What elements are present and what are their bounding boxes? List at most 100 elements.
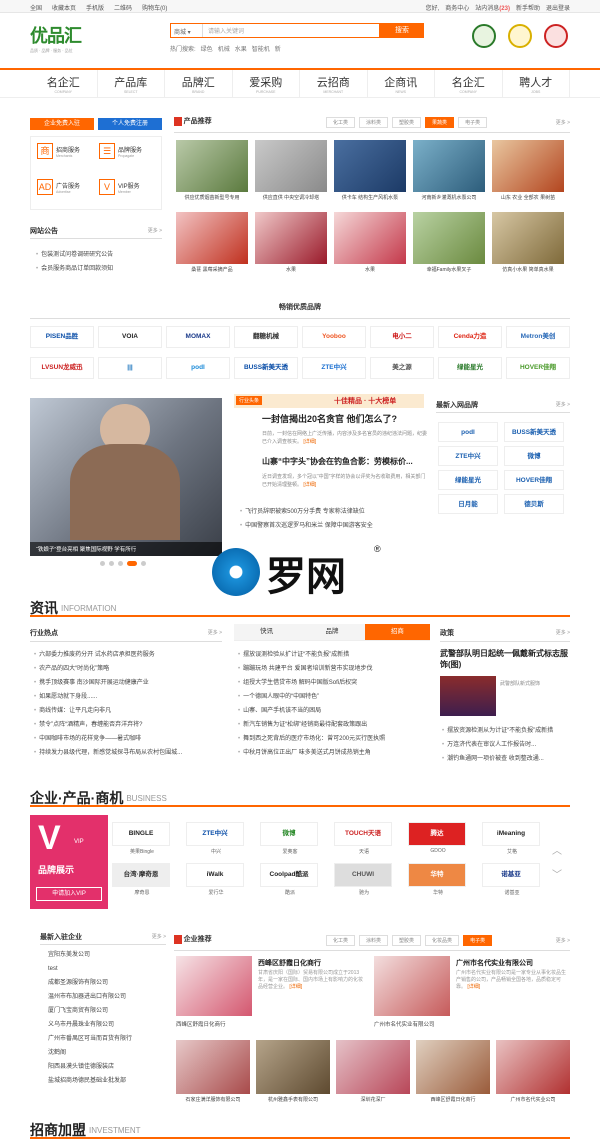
news-tab[interactable]: 快讯	[234, 624, 300, 640]
news-item[interactable]: 蹦蹦玩场 共建平台 爱国者培训新营市实现地步伐	[238, 662, 430, 676]
policy-item[interactable]: 摆放资源检测从为计证“不能负报”成新措	[442, 724, 570, 738]
nav-item[interactable]: 名企汇 COMPANY	[435, 70, 503, 98]
company-image-1[interactable]	[176, 956, 252, 1016]
product-card[interactable]: 水果	[332, 212, 408, 280]
newent-item[interactable]: test	[48, 962, 168, 976]
headline-more-2[interactable]: [详细]	[303, 482, 316, 488]
product-image[interactable]	[492, 212, 564, 264]
product-card[interactable]: 幸福Family水果叉子	[411, 212, 487, 280]
person-register-button[interactable]: 个人免费注册	[98, 118, 162, 130]
newent-item[interactable]: 义乌市丹晨珠业有限公司	[48, 1018, 168, 1032]
vip-brand-card[interactable]: 腾达 GDOO	[408, 822, 468, 855]
nav-item[interactable]: 爱采购 PURCHASE	[233, 70, 300, 98]
newbrand-card[interactable]: BUSS新美天透	[504, 422, 564, 442]
news-item[interactable]: 摆放误测检验从扩计证“不能负报”成新措	[238, 648, 430, 662]
nav-item[interactable]: 产品库 SELECT	[98, 70, 165, 98]
industry-item[interactable]: 如果愿动就下身段......	[34, 690, 222, 704]
notice-more-link[interactable]: 更多 >	[148, 227, 162, 234]
slider-dot-active[interactable]	[127, 561, 137, 566]
news-item[interactable]: 组授大学生借贷市场 解码中国版Sofi后权突	[238, 676, 430, 690]
category-tab[interactable]: 电子类	[463, 935, 493, 946]
company-card[interactable]: 西峰区舒霞日化商行	[416, 1040, 490, 1103]
company-image-2[interactable]	[374, 956, 450, 1016]
newent-item[interactable]: 广州市番禺区可当而百货有限行	[48, 1032, 168, 1046]
vip-brand-card[interactable]: 诺基亚 诺基亚	[482, 863, 542, 896]
top-link-qrcode[interactable]: 二维码	[114, 3, 132, 12]
company-thumb[interactable]	[496, 1040, 570, 1094]
category-tab[interactable]: 电子类	[458, 117, 488, 128]
policy-item[interactable]: 潮钓鱼通网一项价被查 收到整改通...	[442, 752, 570, 766]
product-image[interactable]	[334, 212, 406, 264]
vip-brand-card[interactable]: Coolpad酷派 酷派	[260, 863, 320, 896]
notice-item[interactable]: 会员服务商品订单回款须知	[36, 262, 164, 276]
nav-item[interactable]: 聘人才 JOBS	[503, 70, 570, 98]
newent-more-link[interactable]: 更多 >	[152, 933, 166, 940]
newbrand-card[interactable]: ZTE中兴	[438, 446, 498, 466]
newbrands-more-link[interactable]: 更多 >	[556, 401, 570, 408]
vip-brand-card[interactable]: 微博 爱奥客	[260, 822, 320, 855]
brand-logo[interactable]: 电小二	[370, 326, 434, 348]
product-image[interactable]	[176, 212, 248, 264]
newbrand-card[interactable]: 日月能	[438, 494, 498, 514]
newent-item[interactable]: 沈鹤阁	[48, 1046, 168, 1060]
news-item[interactable]: 新汽车销售为证“松绑”经销商最待配套政策跟出	[238, 718, 430, 732]
service-item[interactable]: V VIP服务 Member	[99, 179, 140, 195]
news-item[interactable]: 一个德国人眼中的“中国特色”	[238, 690, 430, 704]
slider-dot[interactable]	[141, 561, 146, 566]
company-thumb[interactable]	[256, 1040, 330, 1094]
product-card[interactable]: 供应优质烟苗新型号专用	[174, 140, 250, 208]
search-category-select[interactable]: 商城 ▾	[171, 24, 203, 37]
company-card[interactable]: 深圳花深厂	[336, 1040, 410, 1103]
brand-logo[interactable]: PISEN品胜	[30, 326, 94, 348]
hot-keyword[interactable]: 智能机	[252, 44, 270, 53]
product-image[interactable]	[492, 140, 564, 192]
company-card[interactable]: 广州市名代实业公司	[496, 1040, 570, 1103]
newbrand-card[interactable]: 绿能星光	[438, 470, 498, 490]
top-link-help[interactable]: 新手帮助	[516, 3, 540, 12]
vip-brand-card[interactable]: 台湾·摩奇恩 摩奇恩	[112, 863, 172, 896]
brand-logo[interactable]: Metron美创	[506, 326, 570, 348]
brand-logo[interactable]: BUSS新美天透	[234, 357, 298, 379]
policy-image[interactable]	[440, 676, 496, 716]
company-more-1[interactable]: [详细]	[289, 984, 302, 990]
vip-brand-card[interactable]: iMeaning 艾格	[482, 822, 542, 855]
nav-item[interactable]: 企商讯 NEWS	[368, 70, 435, 98]
product-card[interactable]: 桑葚 黑莓采摘产品	[174, 212, 250, 280]
product-image[interactable]	[413, 140, 485, 192]
vip-brand-card[interactable]: BINGLE 英果Bingle	[112, 822, 172, 855]
category-tab[interactable]: 果蔬类	[425, 117, 455, 128]
brand-logo[interactable]: |||	[98, 357, 162, 379]
policy-item[interactable]: 万连济代表在审议人工作报告时...	[442, 738, 570, 752]
brand-logo[interactable]: podl	[166, 357, 230, 379]
newent-item[interactable]: 盐城招商场德民基础业批发部	[48, 1074, 168, 1088]
headline-item[interactable]: 中国警察首次巡逻罗马和米兰 保障中国游客安全	[240, 519, 426, 533]
policy-more-link[interactable]: 更多 >	[556, 629, 570, 636]
product-image[interactable]	[334, 140, 406, 192]
company-thumb[interactable]	[336, 1040, 410, 1094]
industry-item[interactable]: 携手顶级赛事 南沙国际开展运动健康产业	[34, 676, 222, 690]
product-card[interactable]: 仿真小水果 简单真水果	[490, 212, 566, 280]
brand-logo[interactable]: MOMAX	[166, 326, 230, 348]
slider-dot[interactable]	[109, 561, 114, 566]
top-link-messages[interactable]: 站内消息(23)	[475, 3, 510, 12]
industry-item[interactable]: 中国咖啡市场的花样竞争——暑式咖啡	[34, 732, 222, 746]
company-thumb[interactable]	[416, 1040, 490, 1094]
newbrand-card[interactable]: podl	[438, 422, 498, 442]
product-card[interactable]: 供应直供 中央空调冷却塔	[253, 140, 329, 208]
industry-item[interactable]: 商线传媒：让平凡走向非凡	[34, 704, 222, 718]
brand-logo[interactable]: HOVER佳翔	[506, 357, 570, 379]
hot-keyword[interactable]: 水果	[235, 44, 247, 53]
category-tab[interactable]: 塑胶类	[392, 935, 422, 946]
newbrand-card[interactable]: 德贝斯	[504, 494, 564, 514]
hot-keyword[interactable]: 新	[275, 44, 281, 53]
brand-logo[interactable]: 翻糖机械	[234, 326, 298, 348]
news-tab[interactable]: 招商	[364, 624, 430, 640]
category-tab[interactable]: 化工类	[326, 935, 356, 946]
industry-item[interactable]: 禁令”点阵“酒精声，春缠能否弃洋弃将?	[34, 718, 222, 732]
company-card[interactable]: 杭州雅鑫手表有限公司	[256, 1040, 330, 1103]
brand-logo[interactable]: Yooboo	[302, 326, 366, 348]
industry-item[interactable]: 持续发力县级代理，新感觉城探寻布局从农村包围城...	[34, 746, 222, 760]
scroll-up-icon[interactable]: ︿	[552, 842, 562, 857]
nav-item[interactable]: 品牌汇 BRAND	[165, 70, 233, 98]
category-tab[interactable]: 化妆品类	[425, 935, 460, 946]
